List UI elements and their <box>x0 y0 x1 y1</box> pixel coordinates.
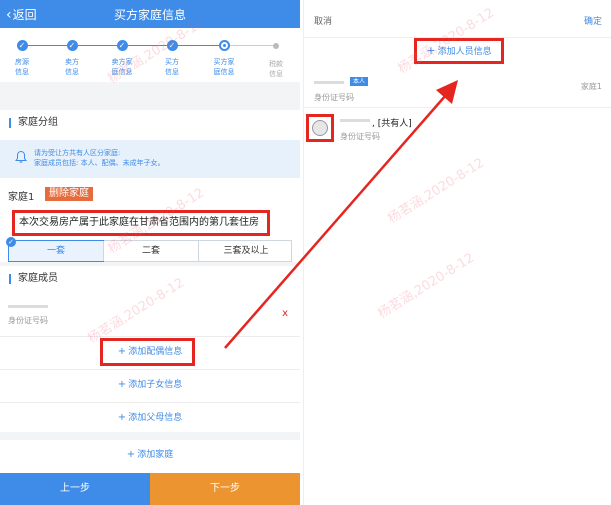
house-count-options: ✓ 一套 二套 三套及以上 <box>6 237 293 262</box>
buyer-family-panel: ‹返回 买方家庭信息 ✓ 房源 信息 ✓ 卖方 信息 ✓ 卖方家 庭信息 ✓ 买方 信息… <box>0 0 300 505</box>
member-item: 身份证号码 x <box>0 296 300 336</box>
step-house-info: ✓ 房源 信息 <box>15 40 29 76</box>
redacted-name <box>314 81 344 84</box>
check-icon: ✓ <box>166 40 178 51</box>
family-row: 家庭1 删除家庭 <box>0 178 300 208</box>
current-step-icon <box>218 40 230 51</box>
option-two[interactable]: 二套 <box>104 241 198 261</box>
cancel-button[interactable]: 取消 <box>314 14 332 27</box>
progress-steps: ✓ 房源 信息 ✓ 卖方 信息 ✓ 卖方家 庭信息 ✓ 买方 信息 买方家 庭信息 税款信… <box>0 28 300 82</box>
remove-member-button[interactable]: x <box>282 308 288 319</box>
check-icon: ✓ <box>16 40 28 51</box>
confirm-button[interactable]: 确定 <box>584 14 602 27</box>
notice-banner: 请为受让方共有人区分家庭: 家庭成员包括: 本人、配偶、未成年子女。 <box>0 140 300 178</box>
person-item[interactable]: , [共有人] 身份证号码 <box>304 110 611 150</box>
divider <box>0 432 300 440</box>
family-tag: 家庭1 <box>580 82 602 91</box>
house-count-question: 本次交易房产属于此家庭在甘肃省范围内的第几套住房 <box>12 210 270 236</box>
header-bar: ‹返回 买方家庭信息 <box>0 0 300 28</box>
add-parent-button[interactable]: + 添加父母信息 <box>0 402 300 432</box>
page-title: 买方家庭信息 <box>113 8 186 22</box>
check-icon: ✓ <box>66 40 78 51</box>
plus-icon: + <box>117 379 127 390</box>
select-radio[interactable] <box>312 120 328 136</box>
co-owner-name: , [共有人] <box>372 119 412 129</box>
highlight-box <box>100 338 195 366</box>
step-seller-family: ✓ 卖方家 庭信息 <box>111 40 133 76</box>
person-item[interactable]: 本人 身份证号码 家庭1 <box>304 72 611 108</box>
notice-line1: 请为受让方共有人区分家庭: <box>34 149 121 157</box>
pending-step-icon <box>273 43 279 49</box>
step-tax-info: 税款 信息 <box>256 40 296 79</box>
id-label: 身份证号码 <box>8 316 48 325</box>
person-select-panel: 取消 确定 + 添加人员信息 本人 身份证号码 家庭1 , [共有人] 身份证号码 <box>303 0 611 505</box>
check-icon: ✓ <box>6 237 16 247</box>
add-person-button[interactable]: + 添加人员信息 <box>414 38 504 64</box>
next-button[interactable]: 下一步 <box>150 473 300 505</box>
picker-toolbar: 取消 确定 <box>304 0 611 38</box>
prev-button[interactable]: 上一步 <box>0 473 150 505</box>
bell-icon <box>15 150 27 163</box>
id-label: 身份证号码 <box>314 93 354 102</box>
family-label: 家庭1 <box>8 192 35 203</box>
option-three-plus[interactable]: 三套及以上 <box>199 241 293 261</box>
option-one[interactable]: ✓ 一套 <box>6 237 104 262</box>
step-buyer-family: 买方家 庭信息 <box>204 40 244 77</box>
plus-icon: + <box>117 412 127 423</box>
delete-family-button[interactable]: 删除家庭 <box>45 187 93 201</box>
add-family-button[interactable]: + 添加家庭 <box>0 440 300 470</box>
redacted-name <box>8 305 48 308</box>
step-seller-info: ✓ 卖方 信息 <box>65 40 79 76</box>
add-child-button[interactable]: + 添加子女信息 <box>0 369 300 399</box>
section-title: 家庭成员 <box>0 266 300 292</box>
section-title: 家庭分组 <box>0 110 300 136</box>
notice-line2: 家庭成员包括: 本人、配偶、未成年子女。 <box>34 159 165 167</box>
check-icon: ✓ <box>116 40 128 51</box>
redacted-name <box>340 119 370 122</box>
id-label: 身份证号码 <box>340 132 380 141</box>
divider <box>0 82 300 110</box>
self-badge: 本人 <box>350 77 369 86</box>
step-buyer-info: ✓ 买方 信息 <box>165 40 179 76</box>
plus-icon: + <box>126 449 136 460</box>
plus-icon: + <box>426 44 436 57</box>
